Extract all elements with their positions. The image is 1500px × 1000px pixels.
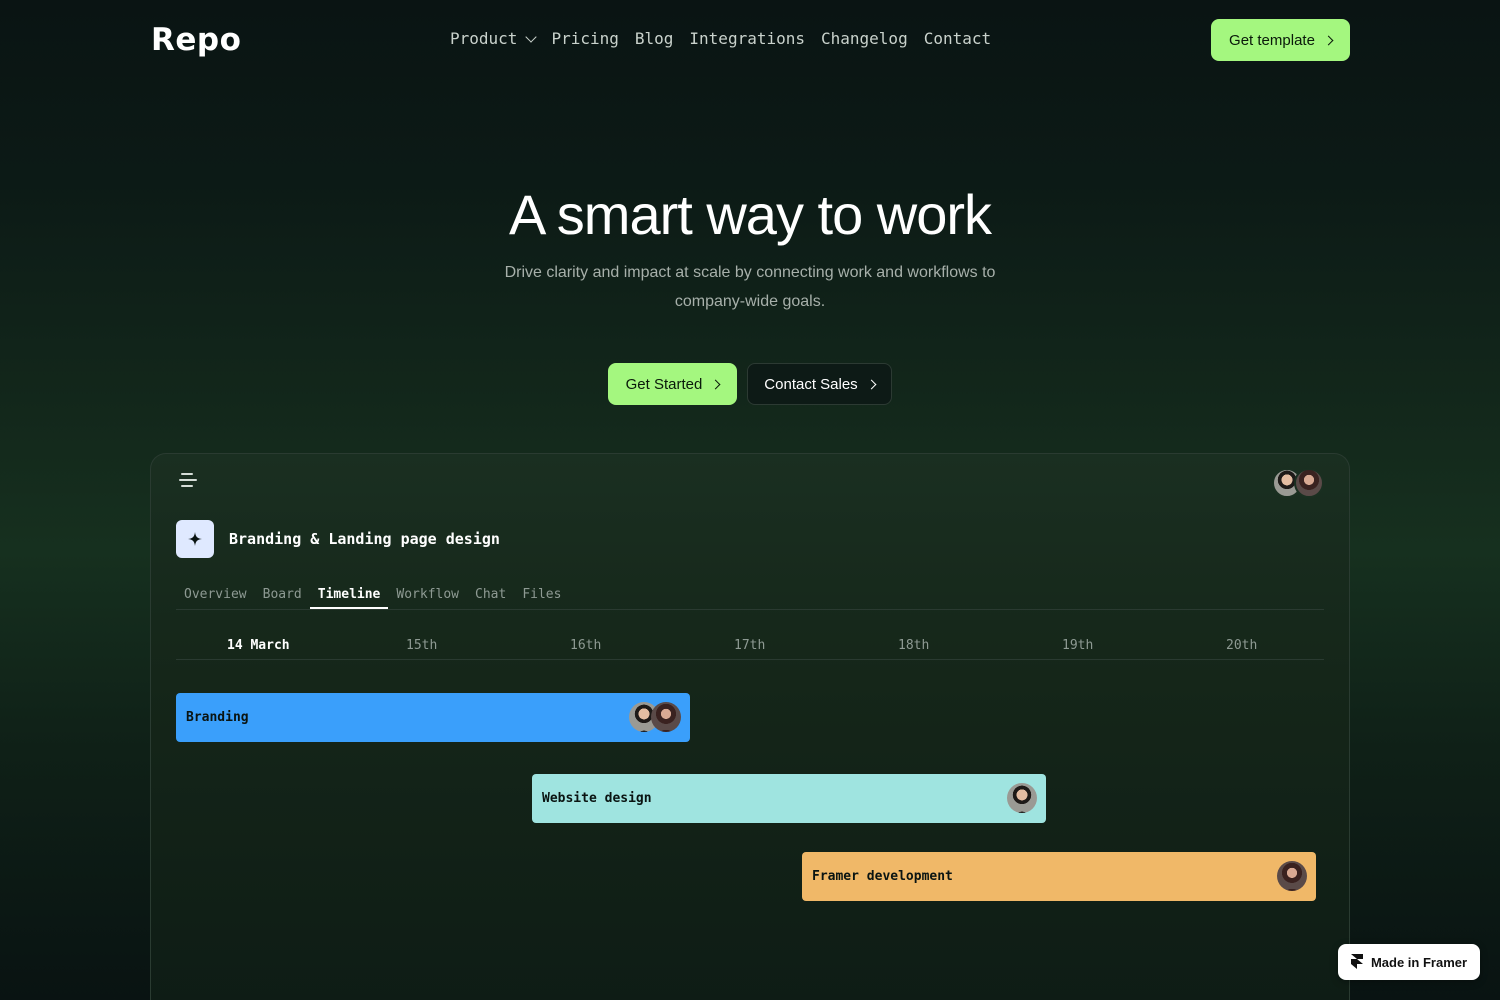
tab-chat[interactable]: Chat	[467, 584, 514, 609]
task-bar-website-design[interactable]: Website design	[532, 774, 1046, 823]
tab-files[interactable]: Files	[514, 584, 569, 609]
tab-workflow[interactable]: Workflow	[388, 584, 467, 609]
avatar	[1294, 468, 1324, 498]
chevron-right-icon	[710, 379, 721, 389]
get-started-label: Get Started	[625, 375, 703, 393]
task-assignees	[1007, 783, 1037, 813]
tab-overview[interactable]: Overview	[176, 584, 255, 609]
task-label: Framer development	[812, 869, 953, 884]
date-label: 19th	[1062, 638, 1094, 653]
framer-logo-icon	[1350, 954, 1363, 969]
hero-subtitle: Drive clarity and impact at scale by con…	[504, 264, 996, 310]
avatar	[1007, 783, 1037, 813]
logo[interactable]: Repo	[151, 22, 241, 58]
nav-links: Product Pricing Blog Integrations Change…	[450, 29, 991, 48]
date-label: 17th	[734, 638, 766, 653]
chevron-down-icon	[525, 30, 538, 43]
get-template-label: Get template	[1229, 31, 1315, 49]
chevron-right-icon	[1323, 35, 1334, 45]
tab-timeline[interactable]: Timeline	[309, 584, 389, 609]
contact-sales-label: Contact Sales	[764, 375, 858, 393]
date-label: 15th	[406, 638, 438, 653]
menu-icon[interactable]	[179, 472, 197, 490]
top-nav: Repo Product Pricing Blog Integrations C…	[0, 0, 1500, 82]
nav-link-changelog[interactable]: Changelog	[821, 29, 908, 48]
task-bar-branding[interactable]: Branding	[176, 693, 690, 742]
nav-link-blog[interactable]: Blog	[635, 29, 674, 48]
task-bar-framer-development[interactable]: Framer development	[802, 852, 1316, 901]
collaborator-avatars[interactable]	[1272, 468, 1324, 498]
project-title: Branding & Landing page design	[229, 530, 500, 548]
date-label: 20th	[1226, 638, 1258, 653]
timeline-dates: 14 March 15th 16th 17th 18th 19th 20th	[176, 634, 1324, 660]
made-in-framer-label: Made in Framer	[1370, 954, 1468, 970]
date-label: 14 March	[227, 638, 290, 653]
tab-board[interactable]: Board	[255, 584, 310, 609]
task-label: Website design	[542, 791, 652, 806]
contact-sales-button[interactable]: Contact Sales	[747, 363, 892, 405]
date-label: 16th	[570, 638, 602, 653]
task-assignees	[629, 702, 681, 732]
task-assignees	[1277, 861, 1307, 891]
avatar	[651, 702, 681, 732]
get-template-button[interactable]: Get template	[1211, 19, 1350, 61]
nav-link-label: Product	[450, 29, 518, 48]
app-preview-panel: Branding & Landing page design Overview …	[150, 453, 1350, 1000]
nav-link-product[interactable]: Product	[450, 29, 538, 48]
hero-title: A smart way to work	[508, 183, 992, 246]
get-started-button[interactable]: Get Started	[608, 363, 737, 405]
avatar	[1277, 861, 1307, 891]
project-tabs: Overview Board Timeline Workflow Chat Fi…	[176, 584, 1324, 610]
sparkle-icon	[176, 520, 214, 558]
nav-link-contact[interactable]: Contact	[924, 29, 991, 48]
date-label: 18th	[898, 638, 930, 653]
chevron-right-icon	[866, 379, 877, 389]
nav-link-integrations[interactable]: Integrations	[689, 29, 805, 48]
nav-link-pricing[interactable]: Pricing	[551, 29, 618, 48]
made-in-framer-badge[interactable]: Made in Framer	[1338, 944, 1480, 980]
task-label: Branding	[186, 710, 249, 725]
